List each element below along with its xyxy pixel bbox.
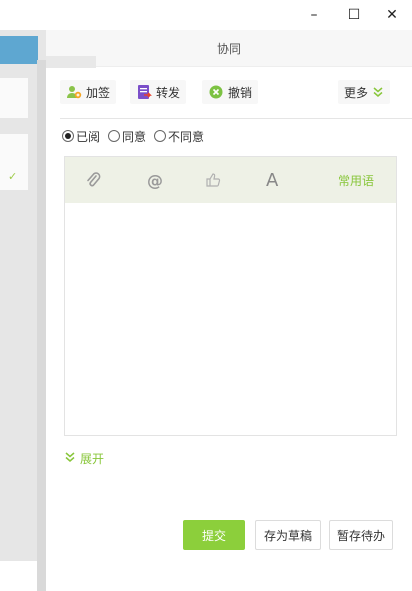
radio-option-disagree[interactable]: 不同意 [154, 128, 204, 145]
expand-toggle[interactable]: 展开 [64, 450, 104, 467]
dialog-header-corner [46, 56, 96, 68]
save-draft-button[interactable]: 存为草稿 [255, 520, 321, 550]
radio-button[interactable] [108, 130, 121, 142]
opinion-editor: @ A 常用语 [64, 156, 397, 436]
submit-button[interactable]: 提交 [183, 520, 245, 550]
revoke-button[interactable]: 撤销 [202, 80, 259, 104]
expand-label: 展开 [80, 452, 105, 466]
at-icon[interactable]: @ [147, 171, 163, 190]
person-add-icon [66, 84, 82, 100]
background-check-icon: ✓ [8, 170, 18, 183]
common-phrases-button[interactable]: 常用语 [338, 171, 374, 189]
cancel-icon [208, 84, 224, 100]
maximize-button[interactable]: ☐ [334, 0, 374, 30]
forward-button[interactable]: 转发 [130, 80, 187, 104]
paperclip-icon[interactable] [85, 171, 101, 189]
dialog-header: 协同 [46, 30, 412, 68]
more-button[interactable]: 更多 [338, 80, 391, 104]
radio-label: 不同意 [168, 129, 205, 144]
background-panel-item [0, 78, 28, 118]
double-chevron-down-icon [64, 451, 76, 466]
background-window: ✓ [0, 30, 56, 591]
toolbar-divider [60, 118, 412, 119]
add-sign-button[interactable]: 加签 [60, 80, 117, 104]
background-app-icon [0, 36, 38, 64]
editor-toolbar: @ A 常用语 [65, 157, 396, 203]
background-divider [37, 60, 46, 591]
thumb-icon[interactable] [205, 171, 221, 189]
dialog-title: 协同 [216, 42, 241, 56]
opinion-radio-group: 已阅 同意 不同意 [62, 127, 212, 145]
radio-button[interactable] [154, 130, 167, 142]
add-sign-label: 加签 [86, 85, 111, 100]
close-button[interactable]: ✕ [372, 0, 412, 30]
radio-button[interactable] [62, 130, 74, 142]
minimize-button[interactable]: – [294, 0, 334, 30]
forward-label: 转发 [156, 85, 181, 100]
window-titlebar: – ☐ ✕ [0, 0, 412, 30]
collaboration-dialog: 协同 加签 转发 撤销 更多 已阅 同意 不同意 @ A 常用语 展开 提交 存… [46, 30, 412, 561]
forward-doc-icon [136, 84, 152, 100]
radio-label: 已阅 [76, 129, 101, 144]
radio-option-agree[interactable]: 同意 [108, 128, 146, 145]
more-label: 更多 [344, 85, 369, 100]
save-pending-button[interactable]: 暂存待办 [329, 520, 393, 550]
double-chevron-down-icon [372, 86, 384, 98]
action-toolbar: 加签 转发 撤销 更多 [60, 78, 400, 106]
radio-option-read[interactable]: 已阅 [62, 128, 100, 145]
revoke-label: 撤销 [228, 85, 253, 100]
font-icon[interactable]: A [266, 170, 278, 191]
radio-label: 同意 [122, 129, 147, 144]
opinion-textarea[interactable] [65, 203, 396, 435]
